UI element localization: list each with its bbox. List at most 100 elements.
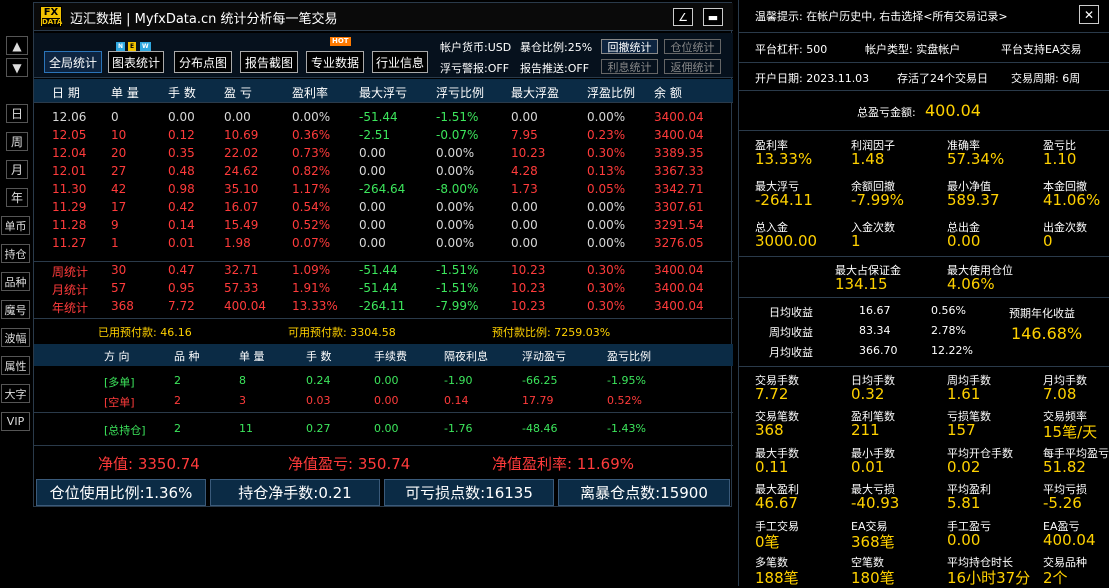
minimize-icon[interactable]: ∠ — [673, 8, 693, 26]
window-title: 迈汇数据 | MyfxData.cn 统计分析每一笔交易 — [70, 12, 338, 27]
table-cell: 0.36% — [292, 128, 331, 142]
table-cell: 400.04 — [224, 299, 266, 313]
stat-value: 0.02 — [947, 457, 981, 476]
table-cell: 27 — [111, 164, 127, 178]
position-usage-ratio: 仓位使用比例:1.36% — [36, 479, 206, 506]
table-row: 11.30 42 0.98 35.10 1.17% -264.64 -8.00% 1.73 0.… — [34, 181, 733, 199]
hot-badge: HOT — [330, 37, 351, 46]
table-cell: 11.27 — [52, 236, 87, 250]
table-cell: 3400.04 — [654, 110, 704, 124]
vip-button[interactable]: VIP — [1, 412, 30, 431]
tip-text: 温馨提示: 在帐户历史中, 右击选择<所有交易记录> — [755, 10, 1008, 23]
stat-value: 0笔 — [755, 532, 780, 551]
stat-value: 15笔/天 — [1043, 423, 1098, 442]
stat-value: 1 — [851, 232, 861, 250]
table-cell: 16.07 — [224, 200, 259, 214]
toolbar: 全局统计 图表统计 N E W 分布点图 报告截图 专业数据 HOT 行业信息 … — [34, 33, 733, 78]
avg-amount: 83.34 — [859, 324, 891, 337]
positions-cell: [多单] — [104, 376, 135, 389]
stat-value: 1.10 — [1043, 150, 1077, 168]
report-push: 报告推送:OFF — [520, 62, 590, 75]
table-cell: -51.44 — [359, 263, 398, 277]
avg-amount: 16.67 — [859, 304, 891, 317]
maximize-icon[interactable]: ▬ — [703, 8, 723, 26]
symbols-button[interactable]: 品种 — [1, 272, 30, 291]
positions-cell: 0.52% — [607, 394, 642, 407]
positions-cell: -66.25 — [522, 374, 558, 387]
interest-stats-button[interactable]: 利息统计 — [601, 59, 658, 74]
table-cell: 1.17% — [292, 182, 331, 196]
close-icon[interactable]: ✕ — [1079, 5, 1099, 24]
table-cell: 0.00 — [359, 236, 386, 250]
rebate-stats-button[interactable]: 返佣统计 — [664, 59, 721, 74]
positions-total-row: [总持仓] 2 11 0.27 0.00 -1.76 -48.46 -1.43% — [34, 421, 733, 439]
table-cell: 0.14 — [168, 218, 195, 232]
position-stats-button[interactable]: 仓位统计 — [664, 39, 721, 54]
stat-value: 16小时37分 — [947, 569, 1031, 587]
table-cell: 0.13% — [587, 164, 626, 178]
max-margin-value: 134.15 — [835, 275, 888, 293]
chart-stats-button[interactable]: 图表统计 — [108, 51, 164, 73]
table-cell: -1.51% — [436, 263, 479, 277]
margin-used: 已用预付款: 46.16 — [98, 326, 192, 339]
positions-header-cell: 品 种 — [174, 350, 200, 363]
positions-header-cell: 手 数 — [306, 350, 332, 363]
period-month-button[interactable]: 月 — [6, 160, 28, 179]
distribution-chart-button[interactable]: 分布点图 — [174, 51, 232, 73]
table-cell: 1.09% — [292, 263, 331, 277]
period-year-button[interactable]: 年 — [6, 188, 28, 207]
scroll-down-button[interactable]: ▼ — [6, 58, 28, 77]
stat-value: 0 — [1043, 232, 1053, 250]
table-cell: 0.00% — [436, 236, 475, 250]
net-lots: 持仓净手数:0.21 — [210, 479, 380, 506]
open-date: 开户日期: 2023.11.03 — [755, 72, 870, 85]
report-screenshot-button[interactable]: 报告截图 — [240, 51, 298, 73]
properties-button[interactable]: 属性 — [1, 356, 30, 375]
main-panel: FX DATA 迈汇数据 | MyfxData.cn 统计分析每一笔交易 ∠ ▬ … — [33, 2, 733, 507]
table-cell: 0.00% — [436, 218, 475, 232]
title-bar: FX DATA 迈汇数据 | MyfxData.cn 统计分析每一笔交易 ∠ ▬ — [34, 3, 733, 31]
table-cell: 0.05% — [587, 182, 626, 196]
positions-button[interactable]: 持仓 — [1, 244, 30, 263]
large-font-button[interactable]: 大字 — [1, 384, 30, 403]
table-cell: 3389.35 — [654, 146, 704, 160]
table-cell: 7.95 — [511, 128, 538, 142]
pro-data-button[interactable]: 专业数据 — [306, 51, 364, 73]
table-cell: 年统计 — [52, 301, 89, 315]
table-row: 11.28 9 0.14 15.49 0.52% 0.00 0.00% 0.00 0.00% 32… — [34, 217, 733, 235]
account-stats-panel: 温馨提示: 在帐户历史中, 右击选择<所有交易记录> ✕ 平台杠杆: 500 帐… — [738, 0, 1109, 587]
table-cell: 0.00% — [587, 110, 626, 124]
stat-value: 2个 — [1043, 569, 1068, 587]
period-week-button[interactable]: 周 — [6, 132, 28, 151]
table-cell: -0.07% — [436, 128, 479, 142]
scroll-up-button[interactable]: ▲ — [6, 36, 28, 55]
table-cell: 3400.04 — [654, 299, 704, 313]
stat-value: 7.08 — [1043, 385, 1077, 403]
table-cell: 0.00 — [511, 110, 538, 124]
net-profit-loss: 净值盈亏: 350.74 — [288, 455, 411, 473]
table-row: 月统计 57 0.95 57.33 1.91% -51.44 -1.51% 10.23 0.30… — [34, 280, 733, 298]
stat-value: 400.04 — [1043, 530, 1096, 549]
table-cell: 0.54% — [292, 200, 331, 214]
global-stats-button[interactable]: 全局统计 — [44, 51, 102, 73]
stat-value: 188笔 — [755, 569, 799, 587]
table-cell: 0.00% — [436, 164, 475, 178]
volatility-button[interactable]: 波幅 — [1, 328, 30, 347]
table-cell: 3342.71 — [654, 182, 704, 196]
positions-total-cell: -1.43% — [607, 422, 646, 435]
stat-value: -264.11 — [755, 191, 813, 209]
magic-number-button[interactable]: 魔号 — [1, 300, 30, 319]
table-cell: 22.02 — [224, 146, 259, 160]
positions-header-cell: 方 向 — [104, 350, 130, 363]
avg-percent: 0.56% — [931, 304, 966, 317]
drawdown-stats-button[interactable]: 回撤统计 — [601, 39, 658, 54]
single-currency-button[interactable]: 单币 — [1, 216, 30, 235]
period-day-button[interactable]: 日 — [6, 104, 28, 123]
table-cell: 3276.05 — [654, 236, 704, 250]
table-cell: 0.00 — [359, 164, 386, 178]
table-row: 周统计 30 0.47 32.71 1.09% -51.44 -1.51% 10.23 0.30… — [34, 262, 733, 280]
industry-info-button[interactable]: 行业信息 — [372, 51, 428, 73]
table-cell: -264.11 — [359, 299, 406, 313]
table-cell: 3400.04 — [654, 281, 704, 295]
table-cell: 0.98 — [168, 182, 195, 196]
